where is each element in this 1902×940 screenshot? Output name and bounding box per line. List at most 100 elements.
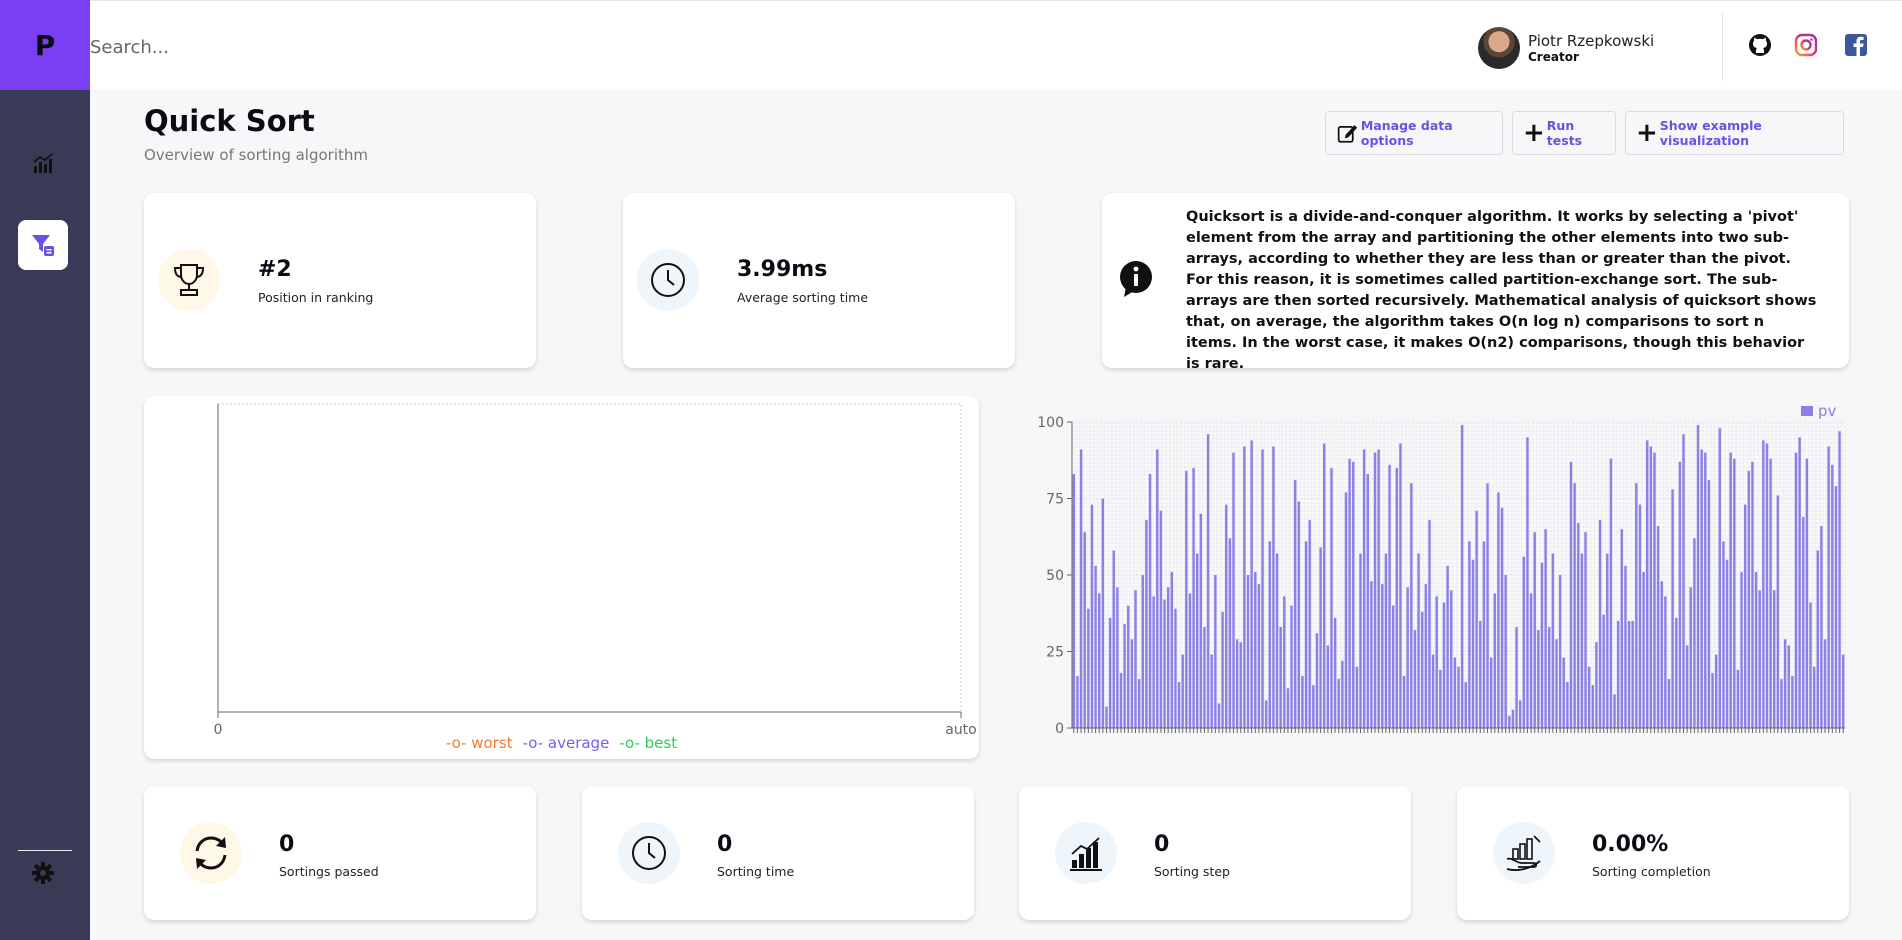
user-profile[interactable]: Piotr Rzepkowski Creator [1478,27,1654,69]
bar [1678,461,1682,728]
bar [1526,437,1529,728]
legend-item-average[interactable]: -o- average [523,734,610,752]
bar [1562,657,1565,728]
bar [1598,519,1602,728]
bar [1108,617,1112,728]
bar [1148,474,1152,728]
show-example-visualization-button[interactable]: + Show example visualization [1625,111,1844,155]
bar [1442,602,1446,728]
stat-icon-wrap [618,822,680,884]
bar [1497,492,1500,728]
bar [1754,571,1758,728]
bar [1130,639,1134,728]
sorting-step-value: 0 [1154,832,1170,857]
bar [1319,547,1322,728]
bar [1243,446,1246,728]
bar [1159,510,1163,728]
bar [1812,666,1816,728]
bar [1591,685,1594,728]
bar [1769,458,1772,728]
bar [1733,458,1736,728]
bar [1264,700,1268,728]
bar [1537,630,1540,728]
bar [1337,679,1340,728]
bar [1221,611,1224,728]
bar [1268,541,1272,728]
sidebar-item-sorting[interactable] [18,220,68,270]
bar [1548,627,1551,728]
bar [1370,581,1373,728]
stat-icon-wrap [1493,822,1555,884]
bar [1384,553,1388,728]
run-tests-button[interactable]: + Run tests [1512,111,1616,155]
bar [1802,516,1805,728]
instagram-link[interactable] [1792,31,1820,59]
algorithm-info-card: Quicksort is a divide-and-conquer algori… [1102,193,1849,372]
y-tick-label: 25 [1046,645,1064,661]
bar [1297,501,1301,728]
bar [1377,449,1380,728]
bar [1087,608,1090,728]
bar [1239,642,1242,728]
bar [1206,434,1210,728]
bar [1228,538,1232,728]
search-input[interactable] [90,31,590,63]
bar [1656,526,1660,728]
bar [1079,449,1083,728]
complexity-chart-card: 0 auto -o- worst -o- average -o- best [144,396,979,759]
bar [1359,553,1362,728]
app-logo[interactable]: P [0,0,90,90]
bar [1664,596,1667,728]
gear-icon [32,862,54,884]
complexity-line-chart: 0 auto [214,403,977,738]
bar [1620,529,1624,728]
sorting-completion-label: Sorting completion [1592,864,1711,879]
bar [1177,682,1181,728]
average-time-label: Average sorting time [737,290,869,305]
ranking-label: Position in ranking [258,290,374,305]
bar [1718,428,1722,728]
clock-icon [632,836,666,870]
bar [1805,458,1809,728]
bar [1217,703,1221,728]
bar [1653,452,1656,728]
bar [1399,443,1402,728]
bar [1170,571,1174,728]
bar [1123,623,1126,728]
bar [1435,596,1438,728]
bar-growth-icon [1070,837,1102,871]
bar [1743,504,1747,728]
bar [1098,593,1101,728]
bar [1388,464,1391,728]
stat-card-sorting-completion: 0.00% Sorting completion [1457,786,1849,920]
bar [1395,467,1399,728]
bar [1631,620,1634,728]
bar [1312,685,1315,728]
bar [1235,639,1239,728]
legend-label: pv [1818,402,1837,420]
bar [1773,590,1776,728]
bar [1199,513,1203,728]
manage-data-options-button[interactable]: Manage data options [1325,111,1503,155]
facebook-link[interactable] [1842,31,1870,59]
bar [1776,495,1780,728]
bar [1747,470,1751,728]
github-link[interactable] [1746,31,1774,59]
bar [1214,575,1217,728]
bar [1780,679,1783,728]
settings-button[interactable] [18,848,68,898]
stat-icon-wrap [637,249,699,311]
legend-item-best[interactable]: -o- best [619,734,677,752]
bar [1261,449,1264,728]
stat-card-ranking: #2 Position in ranking [144,193,536,368]
bar [1402,675,1406,728]
bar [1831,464,1834,728]
sidebar-item-charts[interactable] [18,138,68,188]
bar [1758,590,1761,728]
bar [1166,587,1170,728]
github-icon [1749,34,1771,56]
legend-item-worst[interactable]: -o- worst [446,734,513,752]
bar [1366,474,1369,728]
bar [1823,639,1827,728]
bar [1290,605,1293,728]
